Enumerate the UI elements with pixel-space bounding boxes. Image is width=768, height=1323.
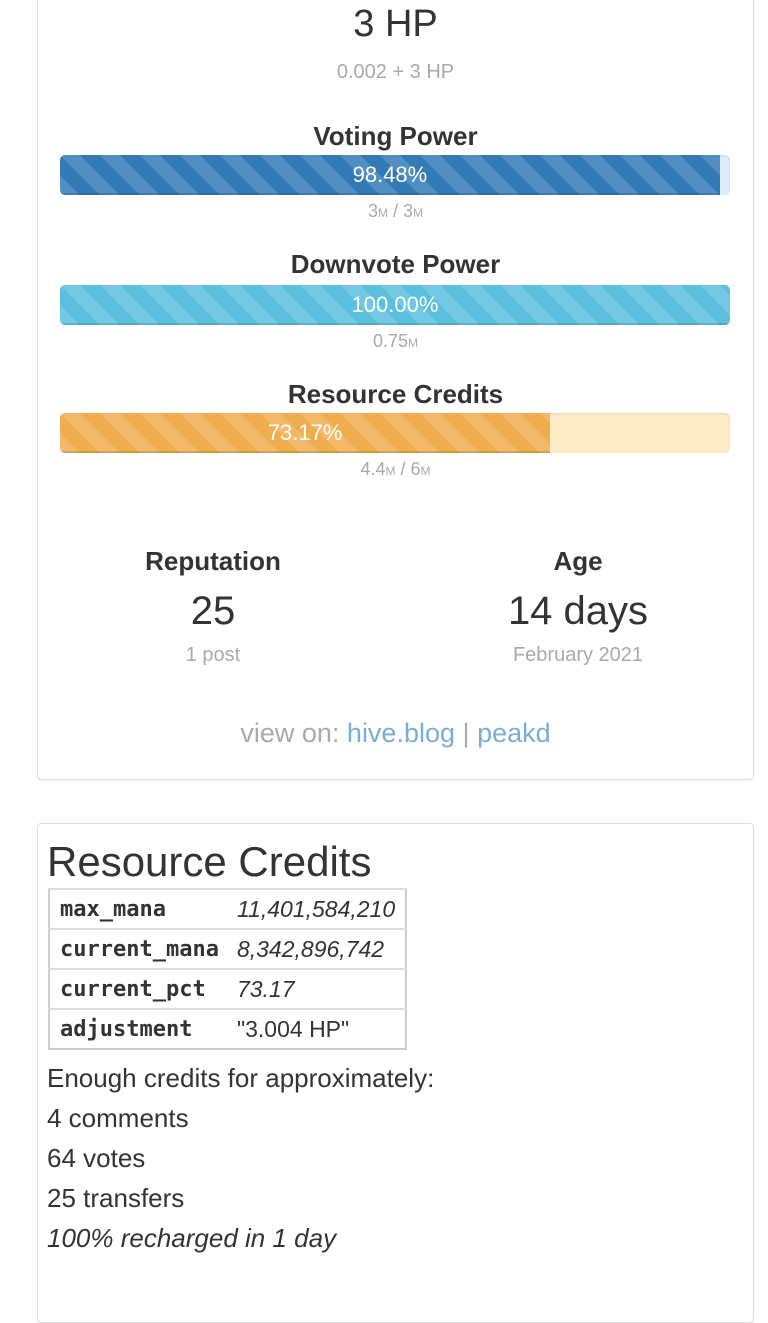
row-key: current_mana bbox=[49, 928, 227, 969]
downvote-power-mana: 0.75M bbox=[372, 331, 419, 351]
post-count: 1 post bbox=[185, 644, 241, 666]
reputation-title: Reputation bbox=[145, 546, 281, 576]
row-key: max_mana bbox=[49, 888, 227, 929]
peakd-link[interactable]: peakd bbox=[477, 718, 551, 748]
view-on-links: view on: hive.blog | peakd bbox=[38, 718, 753, 749]
table-row: current_mana 8,342,896,742 bbox=[49, 928, 407, 969]
downvote-power-bar: 100.00% bbox=[60, 285, 730, 325]
comments-estimate: 4 comments bbox=[47, 1103, 189, 1133]
reputation-value: 25 bbox=[190, 589, 236, 633]
account-stats-panel: 3 HP 0.002 + 3 HP Voting Power 98.48% 3M… bbox=[37, 0, 754, 780]
transfers-estimate: 25 transfers bbox=[47, 1183, 185, 1213]
hive-power-value: 3 HP bbox=[353, 3, 438, 45]
reputation-block: Reputation 25 1 post bbox=[48, 546, 378, 667]
resource-credits-percent: 73.17% bbox=[267, 420, 343, 445]
link-separator: | bbox=[462, 718, 470, 748]
account-created-date: February 2021 bbox=[512, 644, 644, 666]
enough-credits-label: Enough credits for approximately: bbox=[47, 1063, 435, 1093]
age-block: Age 14 days February 2021 bbox=[413, 546, 743, 667]
resource-credits-heading: Resource Credits bbox=[47, 838, 372, 885]
resource-credits-mana: 4.4M / 6M bbox=[360, 459, 431, 479]
row-key: current_pct bbox=[49, 968, 227, 1009]
row-value: 73.17 bbox=[226, 968, 407, 1009]
age-value: 14 days bbox=[507, 589, 649, 633]
view-on-label: view on: bbox=[240, 718, 340, 748]
voting-power-percent: 98.48% bbox=[352, 162, 428, 187]
row-value: 11,401,584,210 bbox=[226, 888, 407, 929]
table-row: adjustment "3.004 HP" bbox=[49, 1008, 407, 1049]
downvote-power-percent: 100.00% bbox=[351, 292, 439, 317]
credits-estimate: Enough credits for approximately: 4 comm… bbox=[47, 1058, 434, 1258]
row-value: 8,342,896,742 bbox=[226, 928, 407, 969]
voting-power-mana: 3M / 3M bbox=[367, 201, 424, 221]
resource-credits-table: max_mana 11,401,584,210 current_mana 8,3… bbox=[48, 888, 408, 1050]
resource-credits-bar: 73.17% bbox=[60, 413, 730, 453]
resource-credits-title: Resource Credits bbox=[287, 379, 504, 409]
resource-credits-panel: Resource Credits max_mana 11,401,584,210… bbox=[37, 823, 754, 1323]
hive-blog-link[interactable]: hive.blog bbox=[347, 718, 455, 748]
age-title: Age bbox=[553, 546, 603, 576]
recharge-time: 100% recharged in 1 day bbox=[47, 1223, 337, 1253]
table-row: max_mana 11,401,584,210 bbox=[49, 888, 407, 929]
voting-power-bar: 98.48% bbox=[60, 155, 730, 195]
downvote-power-title: Downvote Power bbox=[290, 249, 501, 279]
voting-power-title: Voting Power bbox=[313, 121, 478, 151]
hive-power-breakdown: 0.002 + 3 HP bbox=[336, 61, 455, 83]
table-row: current_pct 73.17 bbox=[49, 968, 407, 1009]
row-key: adjustment bbox=[49, 1008, 227, 1049]
row-value: "3.004 HP" bbox=[226, 1008, 407, 1049]
votes-estimate: 64 votes bbox=[47, 1143, 146, 1173]
